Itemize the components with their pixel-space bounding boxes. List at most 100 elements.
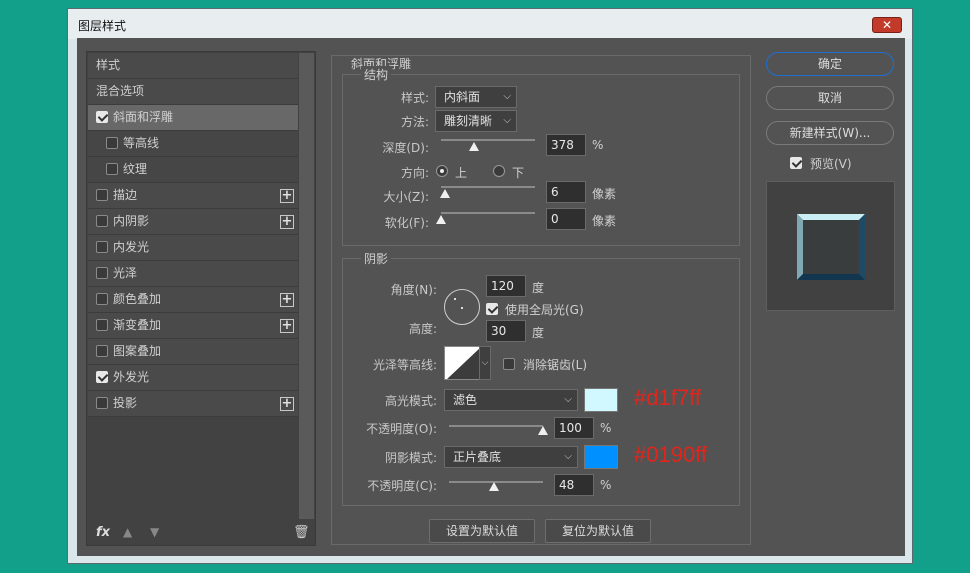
move-down-icon[interactable]: ▼	[150, 525, 159, 539]
add-gradient-overlay-button[interactable]: +	[280, 319, 294, 333]
sidebar-item-outer-glow[interactable]: 外发光	[88, 365, 298, 391]
sidebar-item-gradient-overlay[interactable]: 渐变叠加 +	[88, 313, 298, 339]
shadow-opacity-input[interactable]: 48	[554, 474, 594, 496]
style-list-panel: 样式 混合选项 斜面和浮雕 等高线 纹理 描边 + 内阴影 + 内发光 光泽 颜色叠…	[86, 51, 316, 546]
satin-checkbox[interactable]	[96, 267, 108, 279]
reset-default-button[interactable]: 复位为默认值	[545, 519, 651, 543]
sidebar-item-stroke[interactable]: 描边 +	[88, 183, 298, 209]
color-overlay-checkbox[interactable]	[96, 293, 108, 305]
direction-down-label: 下	[512, 166, 525, 180]
style-list: 样式 混合选项 斜面和浮雕 等高线 纹理 描边 + 内阴影 + 内发光 光泽 颜色叠…	[88, 53, 298, 417]
preview-swatch-icon	[797, 214, 865, 280]
size-label: 大小(Z):	[383, 190, 429, 204]
sidebar-item-styles[interactable]: 样式	[88, 53, 298, 79]
size-slider-thumb[interactable]	[439, 189, 450, 198]
altitude-input[interactable]: 30	[486, 320, 526, 342]
new-style-button[interactable]: 新建样式(W)...	[766, 121, 894, 145]
drop-shadow-checkbox[interactable]	[96, 397, 108, 409]
close-button[interactable]: ✕	[872, 17, 902, 33]
soften-slider-thumb[interactable]	[436, 215, 446, 224]
move-up-icon[interactable]: ▲	[123, 525, 132, 539]
highlight-opacity-input[interactable]: 100	[554, 417, 594, 439]
shadow-opacity-slider-thumb[interactable]	[489, 482, 500, 491]
gradient-overlay-checkbox[interactable]	[96, 319, 108, 331]
highlight-color-annotation: #d1f7ff	[634, 385, 701, 410]
size-slider-track	[441, 186, 535, 188]
gloss-contour-picker[interactable]	[444, 346, 480, 380]
method-select-value: 雕刻清晰	[444, 114, 493, 128]
sidebar-item-contour[interactable]: 等高线	[88, 131, 298, 157]
add-drop-shadow-button[interactable]: +	[280, 397, 294, 411]
direction-up-label: 上	[455, 166, 468, 180]
direction-up-radio[interactable]	[436, 165, 448, 177]
highlight-color-swatch[interactable]	[584, 388, 618, 412]
shading-label: 阴影	[361, 250, 392, 267]
direction-label: 方向:	[400, 166, 429, 180]
sidebar-item-color-overlay[interactable]: 颜色叠加 +	[88, 287, 298, 313]
shadow-mode-select[interactable]: 正片叠底 ⌵	[444, 446, 578, 468]
altitude-unit: 度	[532, 326, 545, 340]
sidebar-item-label: 样式	[96, 58, 121, 72]
sidebar-item-bevel-emboss[interactable]: 斜面和浮雕	[88, 105, 298, 131]
highlight-mode-select[interactable]: 滤色 ⌵	[444, 389, 578, 411]
angle-dial[interactable]	[444, 289, 480, 325]
stroke-checkbox[interactable]	[96, 189, 108, 201]
window-title: 图层样式	[78, 19, 127, 33]
shadow-color-swatch[interactable]	[584, 445, 618, 469]
contour-checkbox[interactable]	[106, 137, 118, 149]
global-light-checkbox[interactable]	[486, 303, 498, 315]
depth-input[interactable]: 378	[546, 134, 586, 156]
altitude-label: 高度:	[408, 322, 437, 336]
method-select[interactable]: 雕刻清晰 ⌵	[435, 110, 517, 132]
add-stroke-button[interactable]: +	[280, 189, 294, 203]
depth-slider-thumb[interactable]	[468, 142, 479, 151]
inner-shadow-checkbox[interactable]	[96, 215, 108, 227]
add-color-overlay-button[interactable]: +	[280, 293, 294, 307]
ok-button[interactable]: 确定	[766, 52, 894, 76]
sidebar-item-drop-shadow[interactable]: 投影 +	[88, 391, 298, 417]
contour-dropdown-chevron-icon[interactable]: ⌵	[479, 346, 491, 380]
sidebar-item-label: 等高线	[123, 136, 160, 150]
shadow-opacity-label: 不透明度(C):	[367, 479, 437, 493]
make-default-button[interactable]: 设置为默认值	[429, 519, 535, 543]
sidebar-item-pattern-overlay[interactable]: 图案叠加	[88, 339, 298, 365]
inner-glow-checkbox[interactable]	[96, 241, 108, 253]
style-select[interactable]: 内斜面 ⌵	[435, 86, 517, 108]
structure-group: 结构 样式: 内斜面 ⌵ 方法: 雕刻清晰 ⌵ 深度(D): 378 % 方向: 上…	[342, 66, 740, 246]
sidebar-item-satin[interactable]: 光泽	[88, 261, 298, 287]
trash-icon[interactable]: 🗑	[293, 525, 310, 540]
title-bar: 图层样式 ✕	[68, 9, 912, 39]
preview-checkbox[interactable]	[790, 157, 802, 169]
highlight-opacity-slider-thumb[interactable]	[538, 426, 548, 435]
add-inner-shadow-button[interactable]: +	[280, 215, 294, 229]
style-list-scrollbar[interactable]	[299, 53, 314, 519]
fx-icon[interactable]: fx	[96, 525, 110, 540]
highlight-opacity-slider-track	[449, 425, 543, 427]
sidebar-item-label: 投影	[113, 396, 138, 410]
cancel-button[interactable]: 取消	[766, 86, 894, 110]
bevel-emboss-checkbox[interactable]	[96, 111, 108, 123]
sidebar-item-inner-shadow[interactable]: 内阴影 +	[88, 209, 298, 235]
sidebar-item-texture[interactable]: 纹理	[88, 157, 298, 183]
soften-input[interactable]: 0	[546, 208, 586, 230]
sidebar-item-inner-glow[interactable]: 内发光	[88, 235, 298, 261]
size-input[interactable]: 6	[546, 181, 586, 203]
sidebar-item-label: 混合选项	[96, 84, 145, 98]
sidebar-item-label: 内阴影	[113, 214, 150, 228]
shadow-mode-value: 正片叠底	[453, 450, 502, 464]
style-preview	[766, 181, 895, 311]
style-list-toolbar: fx ▲ ▼ 🗑	[87, 522, 315, 545]
pattern-overlay-checkbox[interactable]	[96, 345, 108, 357]
contour-curve-icon	[447, 348, 479, 379]
texture-checkbox[interactable]	[106, 163, 118, 175]
style-select-value: 内斜面	[444, 90, 481, 104]
direction-down-radio[interactable]	[493, 165, 505, 177]
highlight-opacity-unit: %	[600, 421, 612, 435]
anti-alias-checkbox[interactable]	[503, 358, 515, 370]
gloss-contour-label: 光泽等高线:	[372, 358, 437, 372]
sidebar-item-label: 内发光	[113, 240, 150, 254]
outer-glow-checkbox[interactable]	[96, 371, 108, 383]
sidebar-item-blending-options[interactable]: 混合选项	[88, 79, 298, 105]
highlight-mode-label: 高光模式:	[384, 394, 437, 408]
angle-input[interactable]: 120	[486, 275, 526, 297]
